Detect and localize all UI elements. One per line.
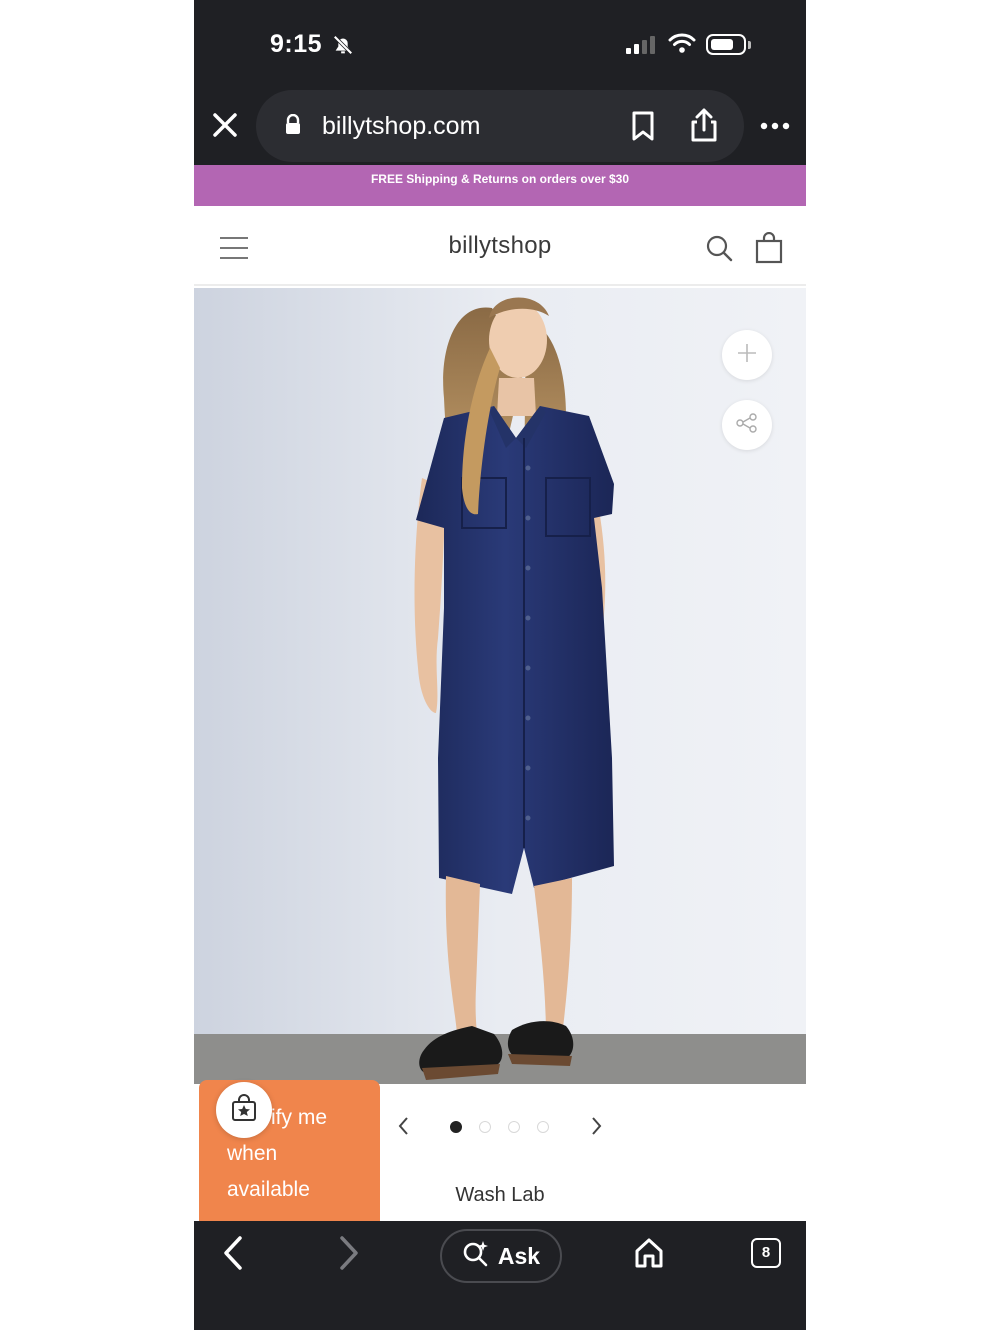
browser-toolbar: billytshop.com bbox=[194, 88, 806, 165]
address-bar[interactable]: billytshop.com bbox=[256, 90, 744, 162]
carousel-dot[interactable] bbox=[479, 1121, 491, 1133]
status-bar: 9:15 bbox=[194, 0, 806, 88]
site-header: billytshop bbox=[194, 206, 806, 286]
chevron-right-icon bbox=[588, 1117, 604, 1142]
bookmark-icon[interactable] bbox=[630, 110, 656, 147]
close-icon[interactable] bbox=[208, 108, 242, 142]
product-image[interactable] bbox=[194, 288, 806, 1084]
product-brand[interactable]: Wash Lab bbox=[194, 1184, 806, 1207]
zoom-button[interactable] bbox=[722, 330, 772, 380]
ask-sparkle-icon bbox=[462, 1239, 490, 1273]
tabs-button[interactable]: 8 bbox=[751, 1238, 781, 1268]
promo-banner[interactable]: FREE Shipping & Returns on orders over $… bbox=[194, 165, 806, 206]
ask-button[interactable]: Ask bbox=[440, 1229, 562, 1283]
notify-text-line2: when bbox=[227, 1142, 278, 1165]
notify-badge[interactable] bbox=[216, 1082, 272, 1138]
shopping-bag-star-icon bbox=[229, 1093, 259, 1128]
carousel-dot[interactable] bbox=[508, 1121, 520, 1133]
more-icon[interactable] bbox=[760, 114, 790, 143]
share-icon[interactable] bbox=[688, 106, 720, 149]
carousel-dot[interactable] bbox=[537, 1121, 549, 1133]
battery-tip bbox=[748, 41, 751, 49]
carousel-prev-button[interactable] bbox=[396, 1114, 412, 1143]
url-text: billytshop.com bbox=[322, 112, 481, 140]
back-icon bbox=[220, 1236, 246, 1275]
plus-icon bbox=[737, 343, 757, 368]
carousel-dot[interactable] bbox=[450, 1121, 462, 1133]
phone-screen: 9:15 billytshop.com FREE Shipping & Retu… bbox=[194, 0, 806, 1333]
forward-button[interactable] bbox=[336, 1235, 362, 1276]
lock-icon bbox=[284, 113, 302, 141]
shopping-bag-icon[interactable] bbox=[755, 231, 783, 269]
chevron-left-icon bbox=[396, 1117, 412, 1142]
carousel-next-button[interactable] bbox=[588, 1114, 604, 1143]
search-icon[interactable] bbox=[705, 234, 733, 267]
share-nodes-icon bbox=[736, 412, 758, 438]
share-product-button[interactable] bbox=[722, 400, 772, 450]
wifi-icon bbox=[668, 32, 696, 59]
bell-slash-icon bbox=[332, 34, 354, 61]
battery-icon bbox=[706, 34, 746, 55]
home-button[interactable] bbox=[634, 1237, 664, 1274]
forward-icon bbox=[336, 1236, 362, 1275]
ask-label: Ask bbox=[497, 1242, 541, 1269]
battery-level bbox=[711, 39, 733, 50]
browser-bottom-toolbar: Ask 8 bbox=[194, 1221, 806, 1330]
status-time: 9:15 bbox=[270, 30, 323, 58]
product-photo bbox=[194, 288, 806, 1084]
carousel-dots bbox=[450, 1121, 549, 1133]
home-icon bbox=[634, 1238, 664, 1273]
cellular-signal-icon bbox=[626, 34, 655, 54]
back-button[interactable] bbox=[220, 1235, 246, 1276]
